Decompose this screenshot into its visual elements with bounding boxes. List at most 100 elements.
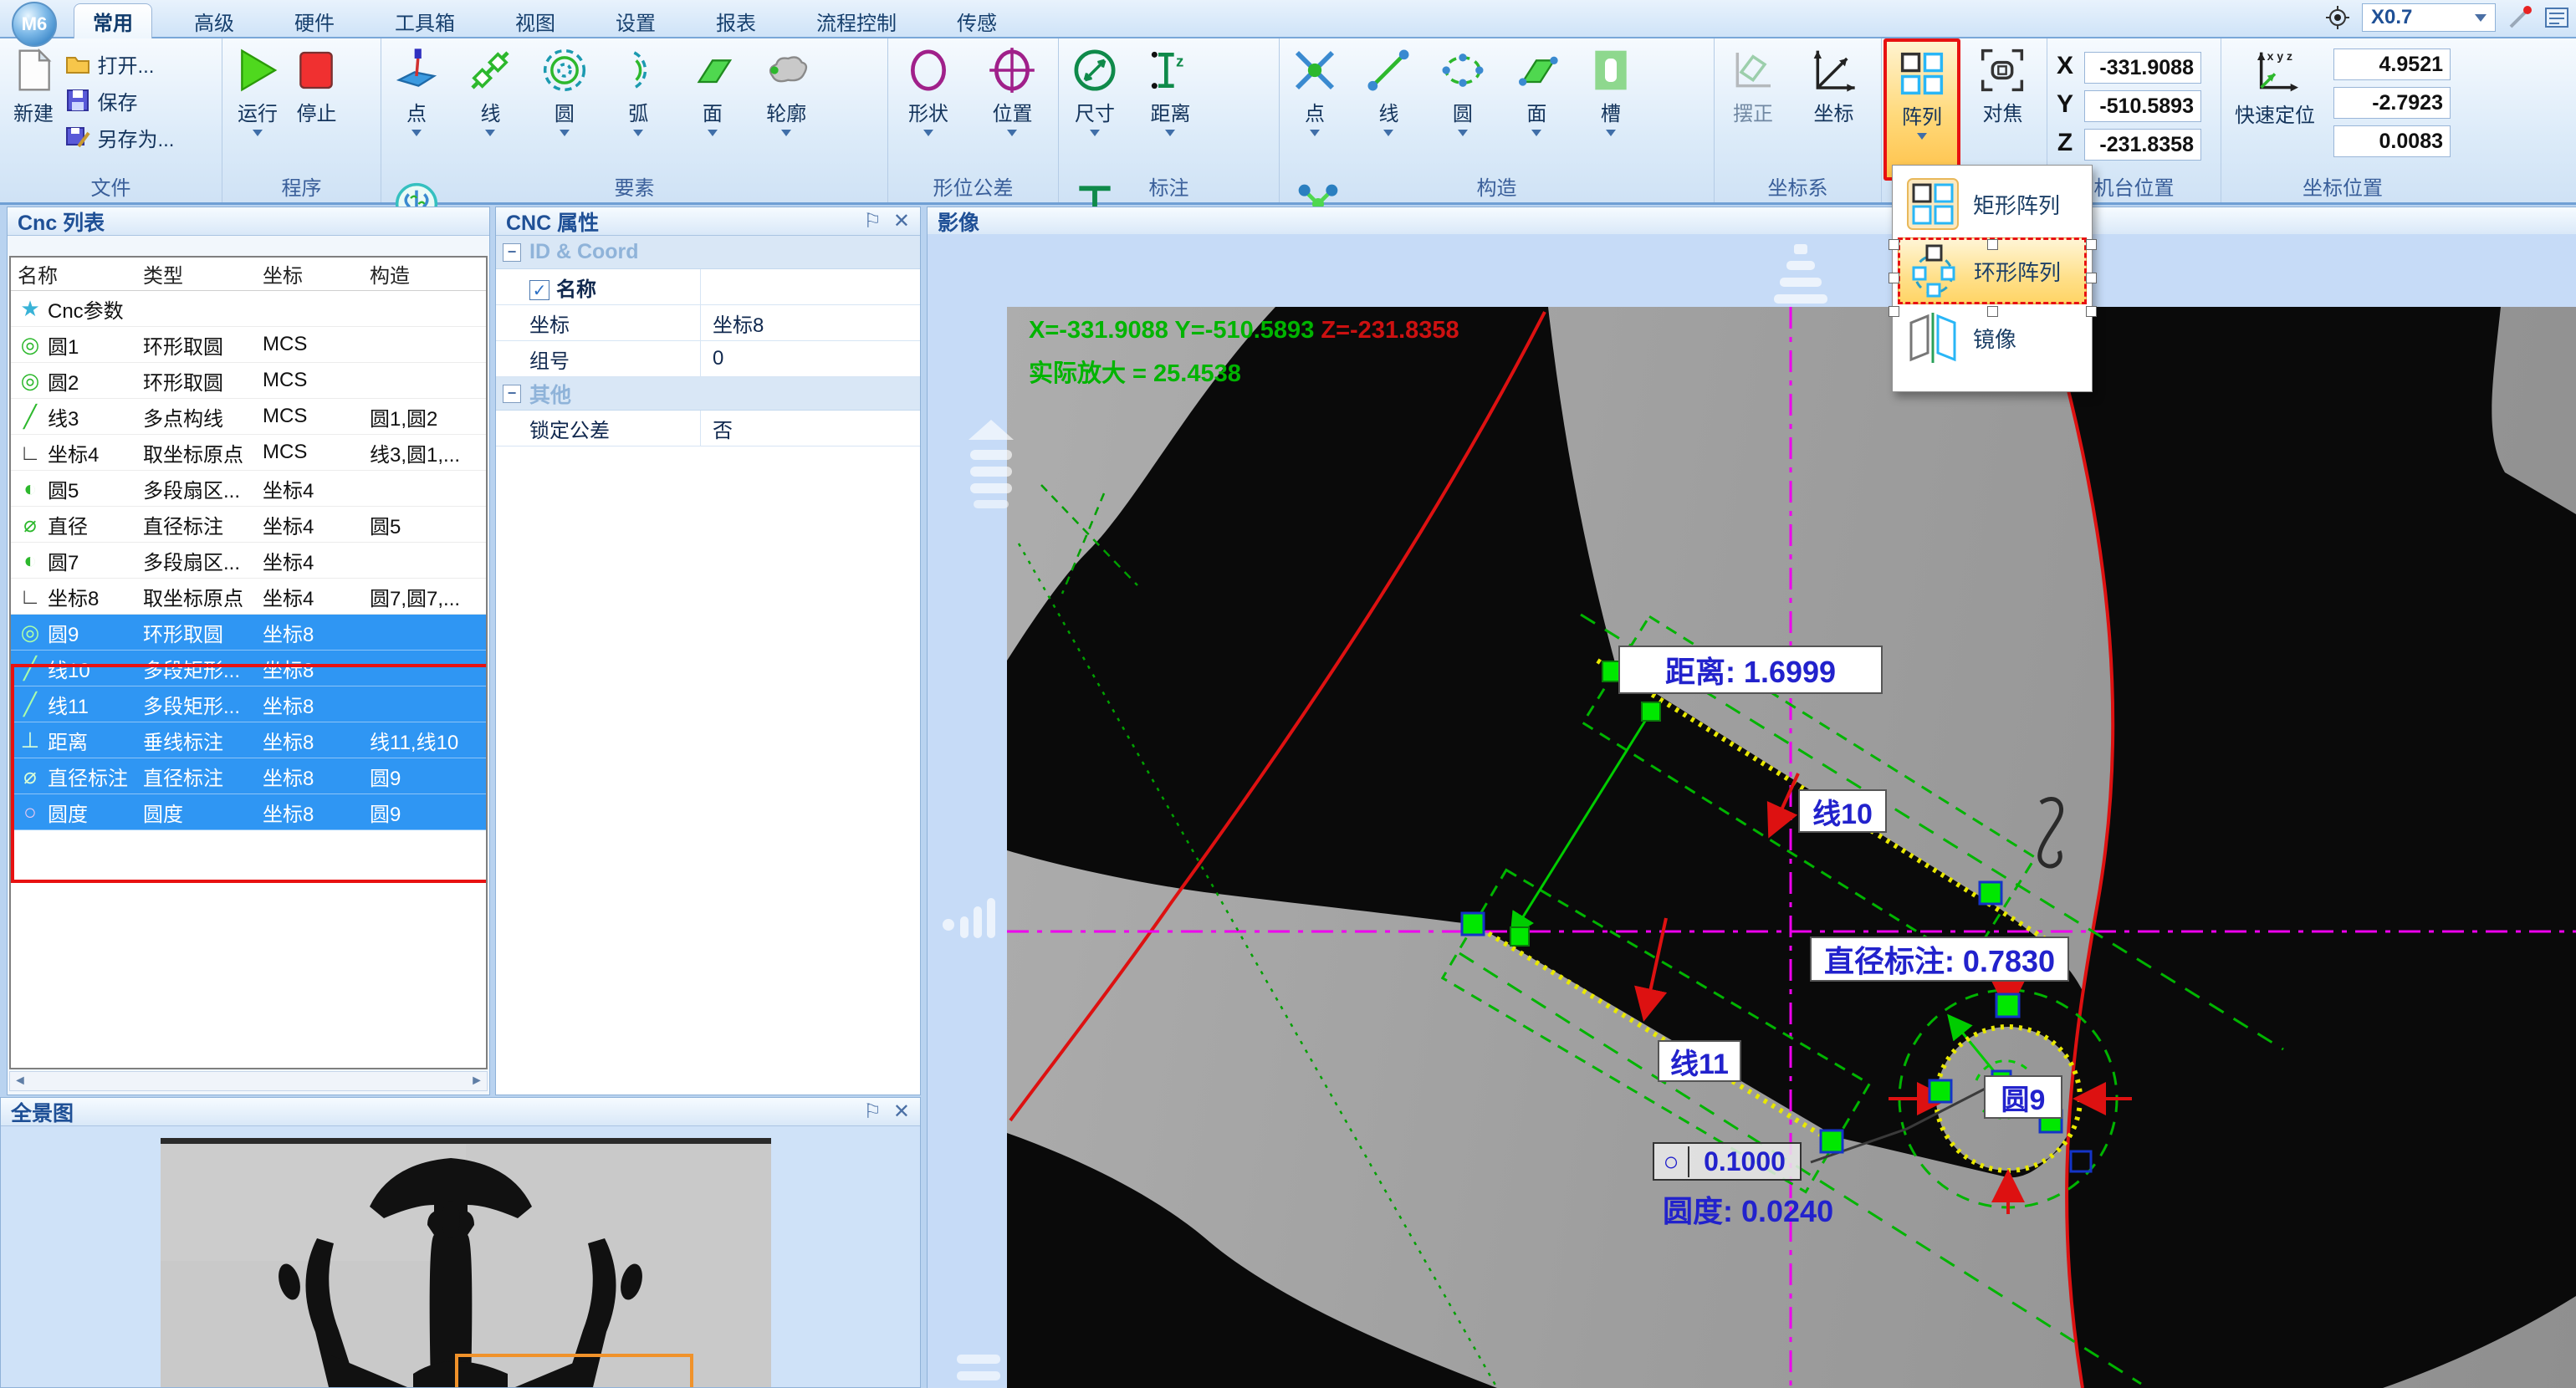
- diameter-result-label[interactable]: 直径标注: 0.7830: [1810, 936, 2069, 982]
- prop-row-lock-tolerance[interactable]: 锁定公差 否: [496, 411, 920, 447]
- table-row[interactable]: ★Cnc参数: [11, 291, 486, 327]
- annot-size-button[interactable]: 尺寸: [1059, 38, 1131, 172]
- table-row[interactable]: ◎圆1 环形取圆MCS: [11, 327, 486, 363]
- pin-icon[interactable]: ⚐: [863, 209, 882, 233]
- element-point-button[interactable]: 点: [381, 38, 452, 172]
- roundness-tolerance-frame[interactable]: ○ 0.1000: [1653, 1142, 1802, 1181]
- table-row[interactable]: ╱线3 多点构线MCS圆1,圆2: [11, 399, 486, 435]
- array-button[interactable]: 阵列: [1883, 38, 1960, 181]
- panorama-viewport[interactable]: [6, 1131, 917, 1387]
- line10-label[interactable]: 线10: [1798, 789, 1887, 833]
- selection-handle[interactable]: [2086, 273, 2097, 283]
- menu-item-rect-array[interactable]: 矩形阵列: [1898, 171, 2087, 237]
- table-row-selected[interactable]: ⌀直径标注 直径标注坐标8圆9: [11, 758, 486, 794]
- prop-row-name[interactable]: ✓名称: [496, 269, 920, 305]
- pin-icon[interactable]: ⚐: [863, 1100, 882, 1124]
- arc-scan-icon: [615, 47, 662, 94]
- selection-handle[interactable]: [1987, 239, 1998, 250]
- open-button[interactable]: 打开...: [65, 45, 174, 82]
- table-row[interactable]: ◎圆2 环形取圆MCS: [11, 363, 486, 399]
- table-row-selected[interactable]: ⊥距离 垂线标注坐标8线11,线10: [11, 722, 486, 758]
- gdt-position-button[interactable]: 位置: [972, 38, 1052, 172]
- coord-button[interactable]: 坐标: [1795, 38, 1872, 172]
- tab-common[interactable]: 常用: [74, 3, 152, 38]
- close-icon[interactable]: ✕: [893, 1100, 910, 1124]
- collapse-icon[interactable]: −: [503, 385, 521, 403]
- selection-handle[interactable]: [1889, 306, 1899, 317]
- circle9-label[interactable]: 圆9: [1984, 1075, 2062, 1119]
- close-icon[interactable]: ✕: [893, 209, 910, 233]
- cnc-list-hscrollbar[interactable]: ◄ ►: [9, 1071, 488, 1091]
- tab-sensor[interactable]: 传感: [938, 3, 1015, 38]
- stage-position-readout: X=-331.9088 Y=-510.5893 Z=-231.8358: [1029, 317, 1459, 344]
- tab-hardware[interactable]: 硬件: [276, 3, 353, 38]
- table-row-selected[interactable]: ╱线11 多段矩形...坐标8: [11, 686, 486, 722]
- selection-handle[interactable]: [1889, 239, 1899, 250]
- section-id-coord[interactable]: − ID & Coord: [496, 236, 920, 269]
- annot-distance-button[interactable]: z 距离: [1134, 38, 1206, 172]
- table-row[interactable]: ◐圆5 多段扇区...坐标4: [11, 471, 486, 507]
- prop-row-group[interactable]: 组号 0: [496, 341, 920, 377]
- element-plane-button[interactable]: 面: [677, 38, 748, 172]
- scroll-left-icon[interactable]: ◄: [13, 1074, 27, 1089]
- table-row[interactable]: ∟坐标8 取坐标原点坐标4圆7,圆7,...: [11, 579, 486, 615]
- coord-axes-icon: [1810, 47, 1857, 94]
- list-settings-icon[interactable]: [2544, 5, 2569, 30]
- construct-line-button[interactable]: 线: [1353, 38, 1423, 172]
- construct-plane-button[interactable]: 面: [1501, 38, 1572, 172]
- selection-handle[interactable]: [2086, 239, 2097, 250]
- light-level-control-icon[interactable]: [942, 896, 1002, 943]
- machine-x-value: -331.9088: [2084, 52, 2201, 84]
- table-row[interactable]: ∟坐标4 取坐标原点MCS线3,圆1,...: [11, 435, 486, 471]
- element-line-button[interactable]: 线: [455, 38, 525, 172]
- table-row[interactable]: ⌀直径 直径标注坐标4圆5: [11, 507, 486, 543]
- table-row-selected[interactable]: ◎圆9 环形取圆坐标8: [11, 615, 486, 651]
- construct-slot-button[interactable]: 槽: [1576, 38, 1646, 172]
- line11-label[interactable]: 线11: [1658, 1040, 1741, 1082]
- collapse-icon[interactable]: −: [503, 243, 521, 262]
- construct-point-button[interactable]: 点: [1280, 38, 1350, 172]
- panorama-title: 全景图: [11, 1097, 74, 1127]
- save-as-button[interactable]: 另存为...: [65, 119, 174, 156]
- selection-handle[interactable]: [1987, 306, 1998, 317]
- probe-pen-icon[interactable]: [2507, 5, 2533, 30]
- selection-handle[interactable]: [2086, 306, 2097, 317]
- contour-cloud-icon: [763, 47, 810, 94]
- cnc-table-header[interactable]: 名称类型 坐标构造: [11, 258, 486, 291]
- checkbox-checked-icon[interactable]: ✓: [529, 280, 549, 300]
- coord-z-value: 0.0083: [2333, 125, 2451, 157]
- scroll-right-icon[interactable]: ►: [470, 1074, 483, 1089]
- element-arc-button[interactable]: 弧: [603, 38, 673, 172]
- crosshair-icon[interactable]: [2325, 5, 2350, 30]
- tab-toolbox[interactable]: 工具箱: [376, 3, 473, 38]
- table-row-selected[interactable]: ○圆度 圆度坐标8圆9: [11, 794, 486, 830]
- align-button[interactable]: 摆正: [1715, 38, 1791, 172]
- save-button[interactable]: 保存: [65, 82, 174, 119]
- construct-circle-button[interactable]: 圆: [1428, 38, 1498, 172]
- table-row-selected[interactable]: ╱线10 多段矩形...坐标8: [11, 651, 486, 686]
- focus-button[interactable]: 对焦: [1964, 38, 2041, 172]
- prop-row-coord[interactable]: 坐标 坐标8: [496, 305, 920, 341]
- tab-report[interactable]: 报表: [698, 3, 774, 38]
- tab-flow-control[interactable]: 流程控制: [798, 3, 915, 38]
- tab-view[interactable]: 视图: [497, 3, 574, 38]
- stage-up-control-icon[interactable]: [962, 418, 1020, 523]
- lens-zoom-select[interactable]: X0.7: [2362, 3, 2496, 32]
- stage-stack-icon[interactable]: [1771, 242, 1830, 309]
- new-file-button[interactable]: 新建: [10, 38, 57, 172]
- element-contour-button[interactable]: 轮廓: [751, 38, 821, 172]
- distance-result-label[interactable]: 距离: 1.6999: [1618, 646, 1883, 694]
- stage-down-control-icon[interactable]: [952, 1353, 1005, 1388]
- selection-handle[interactable]: [1889, 273, 1899, 283]
- run-button[interactable]: 运行: [234, 38, 281, 172]
- tab-settings[interactable]: 设置: [597, 3, 674, 38]
- tab-advanced[interactable]: 高级: [176, 3, 253, 38]
- gdt-form-button[interactable]: 形状: [888, 38, 969, 172]
- stop-button[interactable]: 停止: [293, 38, 340, 172]
- group-caption-program: 程序: [222, 171, 381, 201]
- quick-position-button[interactable]: x y z 快速定位: [2225, 48, 2325, 182]
- line-chain-icon: [467, 47, 514, 94]
- section-other[interactable]: − 其他: [496, 377, 920, 411]
- table-row[interactable]: ◐圆7 多段扇区...坐标4: [11, 543, 486, 579]
- element-circle-button[interactable]: 圆: [529, 38, 600, 172]
